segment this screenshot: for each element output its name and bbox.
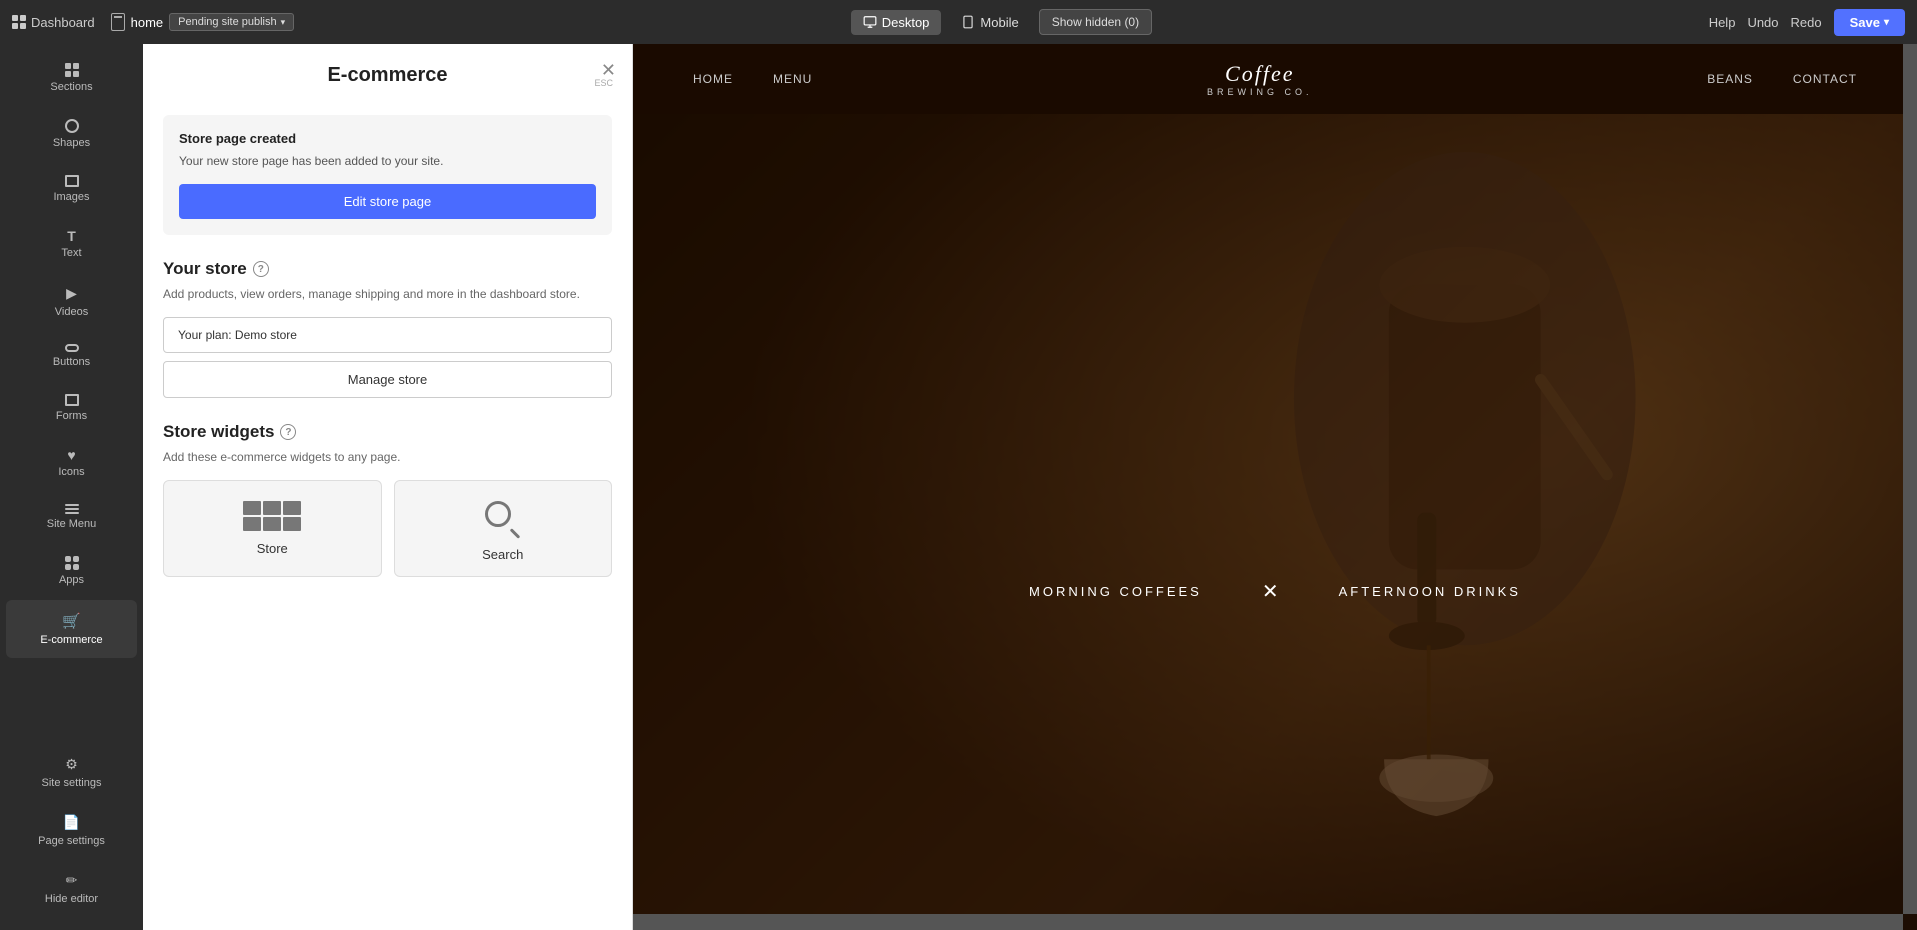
- nav-menu: MENU: [773, 72, 812, 86]
- nav-links-left: HOME MENU: [693, 72, 812, 86]
- nav-links-right: BEANS CONTACT: [1707, 72, 1857, 86]
- ecommerce-icon: 🛒: [62, 612, 81, 630]
- main-area: Sections Shapes Images T Text ▶ Videos B…: [0, 44, 1917, 930]
- show-hidden-button[interactable]: Show hidden (0): [1039, 9, 1152, 35]
- store-created-box: Store page created Your new store page h…: [163, 115, 612, 235]
- search-widget-label: Search: [482, 547, 523, 562]
- shapes-icon: [65, 119, 79, 133]
- ecommerce-panel: E-commerce ✕ ESC Store page created Your…: [143, 44, 633, 930]
- store-widget-icon: [243, 501, 301, 531]
- esc-label: ESC: [594, 78, 613, 88]
- apps-icon: [65, 556, 79, 570]
- page-indicator: home: [111, 13, 164, 31]
- store-created-title: Store page created: [179, 131, 596, 146]
- site-preview: HOME MENU Coffee BREWING CO. BEANS CONTA…: [633, 44, 1917, 930]
- sidebar-bottom: ⚙ Site settings 📄 Page settings ✏ Hide e…: [0, 737, 143, 924]
- store-widget-card[interactable]: Store: [163, 480, 382, 577]
- save-button[interactable]: Save ▾: [1834, 9, 1905, 36]
- your-store-title: Your store ?: [163, 259, 612, 279]
- manage-store-button[interactable]: Manage store: [163, 361, 612, 398]
- page-icon: [111, 13, 125, 31]
- undo-button[interactable]: Undo: [1747, 15, 1778, 30]
- buttons-icon: [65, 344, 79, 352]
- text-icon: T: [67, 229, 76, 243]
- sidebar-item-text[interactable]: T Text: [6, 217, 137, 271]
- site-logo: Coffee BREWING CO.: [1207, 61, 1313, 97]
- panel-header: E-commerce ✕ ESC: [143, 44, 632, 103]
- help-button[interactable]: Help: [1709, 15, 1736, 30]
- dashboard-link[interactable]: Dashboard: [12, 15, 105, 30]
- search-widget-card[interactable]: Search: [394, 480, 613, 577]
- pending-label: Pending site publish: [178, 16, 276, 28]
- hero-tab-afternoon: AFTERNOON DRINKS: [1339, 584, 1521, 599]
- store-created-desc: Your new store page has been added to yo…: [179, 152, 596, 170]
- hero-overlay: [633, 114, 1917, 930]
- left-sidebar: Sections Shapes Images T Text ▶ Videos B…: [0, 44, 143, 930]
- your-store-desc: Add products, view orders, manage shippi…: [163, 285, 612, 303]
- store-widgets-title: Store widgets ?: [163, 422, 612, 442]
- sidebar-item-forms[interactable]: Forms: [6, 382, 137, 434]
- sidebar-item-page-settings[interactable]: 📄 Page settings: [6, 802, 137, 859]
- nav-home: HOME: [693, 72, 733, 86]
- nav-beans: BEANS: [1707, 72, 1753, 86]
- site-nav: HOME MENU Coffee BREWING CO. BEANS CONTA…: [633, 44, 1917, 114]
- store-widgets-help-icon[interactable]: ?: [280, 424, 296, 440]
- sidebar-item-site-settings[interactable]: ⚙ Site settings: [6, 744, 137, 801]
- redo-button[interactable]: Redo: [1791, 15, 1822, 30]
- sidebar-item-sitemenu[interactable]: Site Menu: [6, 492, 137, 542]
- desktop-view-button[interactable]: Desktop: [851, 10, 942, 35]
- save-chevron: ▾: [1884, 17, 1889, 28]
- mobile-icon: [961, 15, 975, 29]
- hero-tabs: MORNING COFFEES ✕ AFTERNOON DRINKS: [633, 579, 1917, 604]
- hide-editor-icon: ✏: [66, 872, 78, 889]
- sidebar-item-videos[interactable]: ▶ Videos: [6, 273, 137, 330]
- hero-section: MORNING COFFEES ✕ AFTERNOON DRINKS: [633, 114, 1917, 930]
- plan-badge: Your plan: Demo store: [163, 317, 612, 353]
- sidebar-item-apps[interactable]: Apps: [6, 544, 137, 598]
- images-icon: [65, 175, 79, 187]
- page-name: home: [131, 15, 164, 30]
- dashboard-label: Dashboard: [31, 15, 95, 30]
- widgets-row: Store Search: [163, 480, 612, 577]
- pending-badge[interactable]: Pending site publish ▾: [169, 13, 294, 31]
- topbar-actions: Help Undo Redo Save ▾: [1709, 9, 1905, 36]
- store-widget-label: Store: [257, 541, 288, 556]
- sections-icon: [65, 63, 79, 77]
- panel-body: Store page created Your new store page h…: [143, 103, 632, 597]
- sidebar-item-ecommerce[interactable]: 🛒 E-commerce: [6, 600, 137, 658]
- sidebar-item-sections[interactable]: Sections: [6, 51, 137, 105]
- sidebar-item-shapes[interactable]: Shapes: [6, 107, 137, 161]
- search-widget-icon: [485, 501, 521, 537]
- sidebar-item-buttons[interactable]: Buttons: [6, 332, 137, 380]
- your-store-help-icon[interactable]: ?: [253, 261, 269, 277]
- preview-scrollbar-vertical[interactable]: [1903, 44, 1917, 914]
- edit-store-button[interactable]: Edit store page: [179, 184, 596, 219]
- view-toggle: Desktop Mobile Show hidden (0): [302, 9, 1701, 35]
- site-settings-icon: ⚙: [65, 756, 78, 773]
- store-widgets-desc: Add these e-commerce widgets to any page…: [163, 448, 612, 466]
- icons-icon: ♥: [67, 448, 75, 462]
- hero-tab-morning: MORNING COFFEES: [1029, 584, 1202, 599]
- pending-chevron: ▾: [281, 17, 286, 28]
- mobile-view-button[interactable]: Mobile: [949, 10, 1030, 35]
- sidebar-item-images[interactable]: Images: [6, 163, 137, 215]
- page-settings-icon: 📄: [63, 814, 80, 831]
- logo-subtitle: BREWING CO.: [1207, 87, 1313, 97]
- hero-separator: ✕: [1262, 579, 1279, 604]
- topbar: Dashboard home Pending site publish ▾ De…: [0, 0, 1917, 44]
- forms-icon: [65, 394, 79, 406]
- sidebar-item-hide-editor[interactable]: ✏ Hide editor: [6, 860, 137, 917]
- preview-area: HOME MENU Coffee BREWING CO. BEANS CONTA…: [633, 44, 1917, 930]
- sitemenu-icon: [65, 504, 79, 514]
- preview-scrollbar-horizontal[interactable]: [633, 914, 1903, 930]
- desktop-icon: [863, 15, 877, 29]
- videos-icon: ▶: [66, 285, 77, 302]
- nav-contact: CONTACT: [1793, 72, 1857, 86]
- dashboard-icon: [12, 15, 26, 29]
- panel-title: E-commerce: [327, 64, 447, 87]
- sidebar-item-icons[interactable]: ♥ Icons: [6, 436, 137, 490]
